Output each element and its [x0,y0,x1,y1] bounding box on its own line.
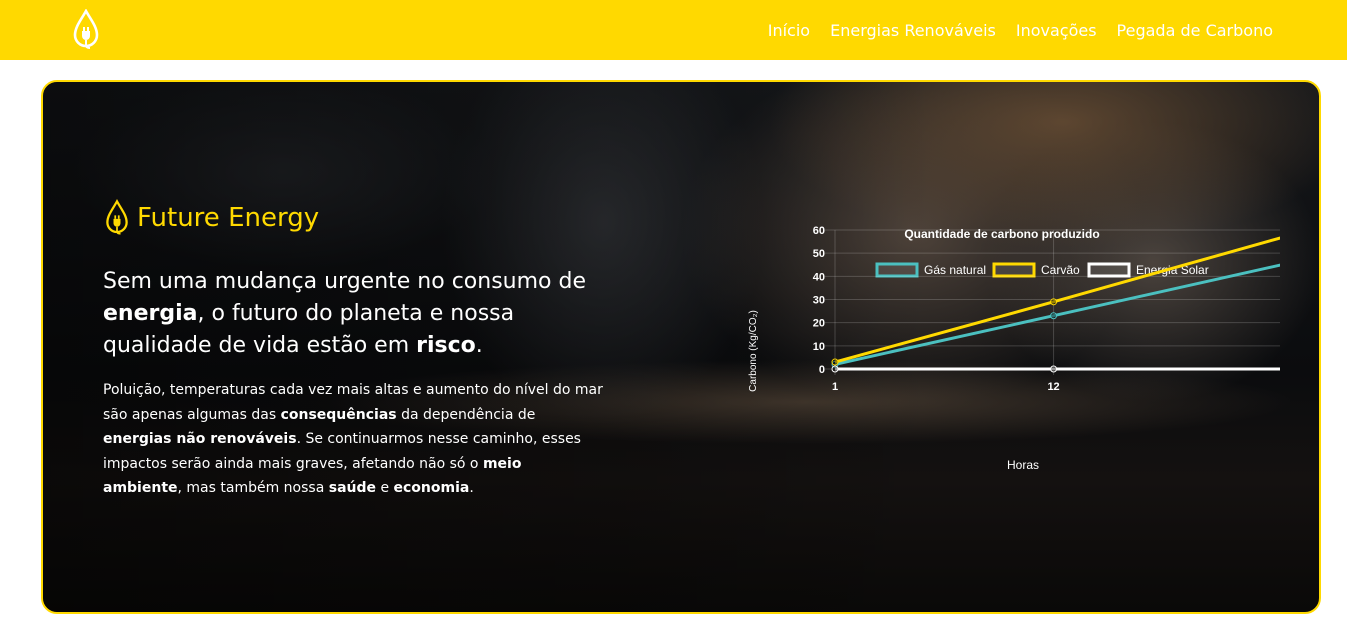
chart-y-axis: 0 10 20 30 40 50 60 [813,225,825,376]
legend-swatch[interactable] [992,262,1036,278]
nav-link-pegada-de-carbono[interactable]: Pegada de Carbono [1117,21,1273,40]
legend-label[interactable]: Carvão [1041,263,1080,277]
data-point[interactable] [1050,298,1058,306]
x-tick-label: 1 [832,381,838,393]
y-tick-label: 50 [813,248,825,260]
data-point[interactable] [831,365,839,373]
nav-link-inicio[interactable]: Início [768,21,810,40]
hero-banner: Future Energy Sem uma mudança urgente no… [41,80,1321,614]
y-tick-label: 20 [813,318,825,330]
hero-headline: Sem uma mudança urgente no consumo de en… [103,269,586,358]
chart-title: Quantidade de carbono produzido [904,227,1099,241]
data-point[interactable] [1050,365,1058,373]
brand-name: Future Energy [137,203,320,233]
energy-drop-plug-icon [106,199,128,235]
top-navbar: Início Energias Renováveis Inovações Peg… [0,0,1347,60]
data-point[interactable] [1050,312,1058,320]
legend-label[interactable]: Gás natural [924,263,986,277]
carbon-line-chart: Quantidade de carbono produzido Gás natu… [748,225,1280,472]
y-tick-label: 10 [813,341,825,353]
chart-legend: Gás natural Carvão Energia Solar [875,262,1209,278]
main-nav: Início Energias Renováveis Inovações Peg… [768,0,1273,60]
chart-x-axis: 11224 [832,381,1060,393]
series-line-0 [834,263,1280,366]
data-point[interactable] [831,358,839,366]
chart-y-axis-label: Carbono (Kg/CO₂) [748,310,759,392]
legend-swatch[interactable] [1087,262,1131,278]
hero-paragraph: Poluição, temperaturas cada vez mais alt… [103,382,603,496]
nav-link-energias-renovaveis[interactable]: Energias Renováveis [830,21,996,40]
series-line-1 [834,236,1280,364]
y-tick-label: 40 [813,271,825,283]
brand: Future Energy [103,198,319,238]
energy-drop-plug-icon[interactable] [70,9,102,51]
y-tick-label: 60 [813,225,825,237]
nav-link-inovacoes[interactable]: Inovações [1016,21,1097,40]
legend-swatch[interactable] [875,262,919,278]
y-tick-label: 0 [819,364,825,376]
x-tick-label: 12 [1047,381,1059,393]
chart-x-axis-label: Horas [1007,458,1039,472]
y-tick-label: 30 [813,295,825,307]
